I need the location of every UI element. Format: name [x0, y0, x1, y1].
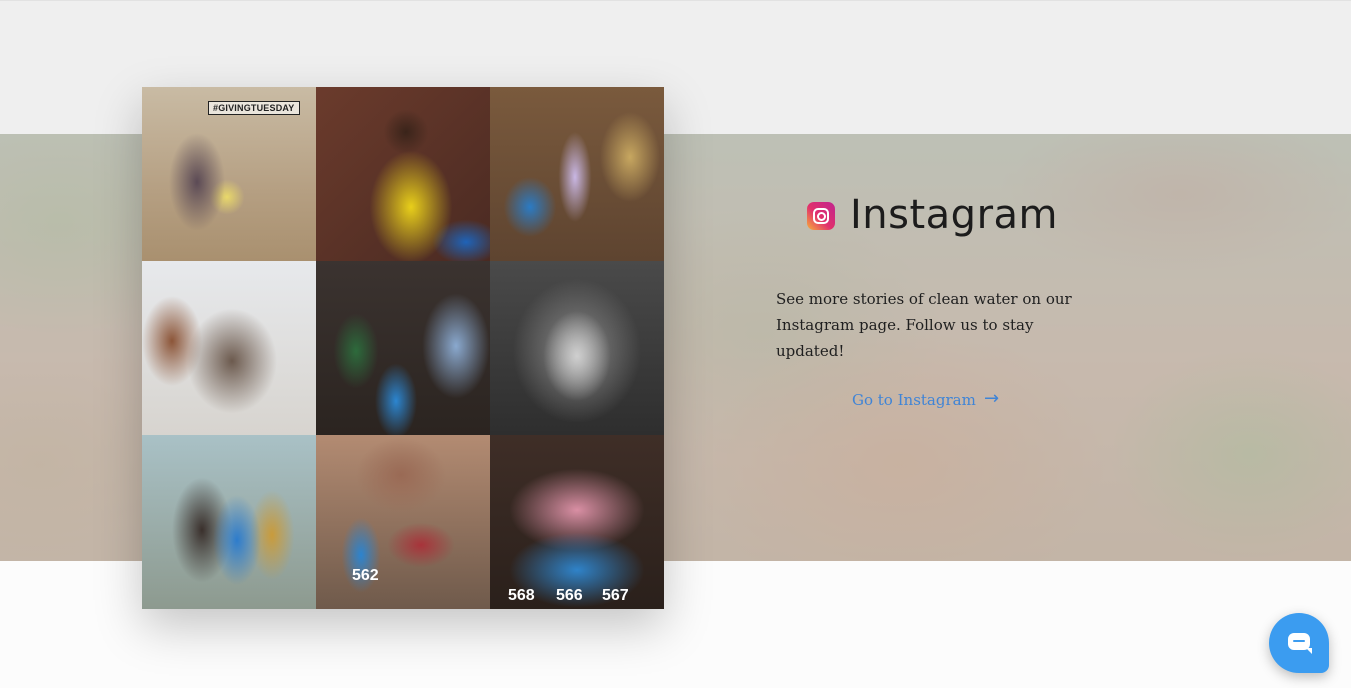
gallery-photo[interactable] — [316, 261, 490, 435]
filter-number: 566 — [556, 587, 583, 604]
gallery-photo[interactable] — [142, 435, 316, 609]
chat-bubble-icon — [1288, 633, 1312, 654]
gallery-photo[interactable] — [142, 261, 316, 435]
instagram-gallery: #GIVINGTUESDAY 562 568 566 567 — [142, 87, 664, 609]
instagram-panel: Instagram See more stories of clean wate… — [670, 134, 1190, 561]
filter-number: 568 — [508, 587, 535, 604]
filter-number: 567 — [602, 587, 629, 604]
instagram-description: See more stories of clean water on our I… — [776, 290, 1072, 360]
instagram-icon — [807, 202, 835, 230]
gallery-photo[interactable] — [490, 261, 664, 435]
gallery-photo[interactable] — [490, 87, 664, 261]
filter-number: 562 — [352, 567, 379, 584]
instagram-heading: Instagram — [850, 192, 1058, 238]
gallery-photo[interactable] — [316, 87, 490, 261]
photo-tag: #GIVINGTUESDAY — [208, 101, 300, 115]
go-to-instagram-link[interactable]: Go to Instagram — [852, 391, 976, 409]
chat-button[interactable] — [1269, 613, 1329, 673]
gallery-photo[interactable]: 562 — [316, 435, 490, 609]
gallery-photo[interactable]: 568 566 567 — [490, 435, 664, 609]
arrow-right-icon[interactable]: → — [984, 388, 999, 409]
gallery-photo[interactable]: #GIVINGTUESDAY — [142, 87, 316, 261]
